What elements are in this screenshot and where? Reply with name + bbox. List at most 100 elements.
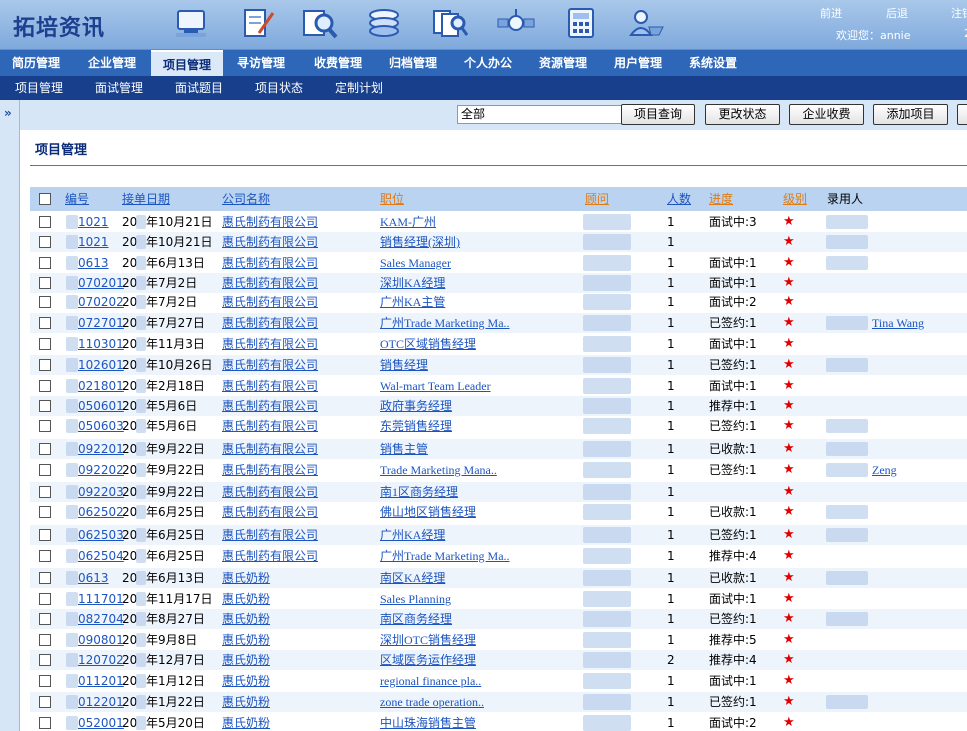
position-link[interactable]: 广州Trade Marketing Ma..	[380, 313, 510, 333]
table-row[interactable]: 090801 20 年9月8日 惠氏奶粉 深圳OTC销售经理 1 推荐中:5 ★	[30, 630, 967, 650]
company-link[interactable]: 惠氏制药有限公司	[222, 502, 318, 522]
side-toggle-bar[interactable]: »	[0, 100, 20, 731]
row-checkbox[interactable]	[39, 696, 51, 708]
project-id-link[interactable]: 050603	[78, 416, 124, 436]
position-link[interactable]: 南区商务经理	[380, 609, 452, 629]
table-row[interactable]: 0613 20 年6月13日 惠氏奶粉 南区KA经理 1 已收款:1 ★	[30, 568, 967, 588]
row-checkbox[interactable]	[39, 400, 51, 412]
company-link[interactable]: 惠氏制药有限公司	[222, 292, 318, 312]
company-link[interactable]: 惠氏制药有限公司	[222, 253, 318, 273]
company-link[interactable]: 惠氏制药有限公司	[222, 460, 318, 480]
position-link[interactable]: Trade Marketing Mana..	[380, 460, 497, 480]
position-link[interactable]: 政府事务经理	[380, 396, 452, 416]
table-row[interactable]: 1021 20 年10月21日 惠氏制药有限公司 销售经理(深圳) 1 ★	[30, 232, 967, 252]
table-row[interactable]: 050601 20 年5月6日 惠氏制药有限公司 政府事务经理 1 推荐中:1 ★	[30, 396, 967, 416]
table-row[interactable]: 102601 20 年10月26日 惠氏制药有限公司 销售经理 1 已签约:1 ★	[30, 355, 967, 375]
nav-item-3[interactable]: 寻访管理	[225, 50, 297, 77]
row-checkbox[interactable]	[39, 486, 51, 498]
project-id-link[interactable]: 050601	[78, 396, 124, 416]
table-row[interactable]: 062504 20 年6月25日 惠氏制药有限公司 广州Trade Marketing …	[30, 546, 967, 566]
table-row[interactable]: 070201 20 年7月2日 惠氏制药有限公司 深圳KA经理 1 面试中:1 ★	[30, 273, 967, 293]
project-id-link[interactable]: 0613	[78, 568, 109, 588]
table-row[interactable]: 1021 20 年10月21日 惠氏制药有限公司 KAM-广州 1 面试中:3 ★	[30, 212, 967, 232]
nav-item-1[interactable]: 企业管理	[76, 50, 148, 77]
monitor-icon[interactable]	[170, 5, 212, 41]
project-id-link[interactable]: 092202	[78, 460, 124, 480]
company-link[interactable]: 惠氏制药有限公司	[222, 212, 318, 232]
filter-select[interactable]: 全部▼	[457, 105, 638, 124]
position-link[interactable]: 深圳OTC销售经理	[380, 630, 476, 650]
col-level[interactable]: 级别	[783, 187, 807, 211]
project-search-button[interactable]: 项目查询	[621, 104, 695, 125]
stack-icon[interactable]	[363, 5, 405, 41]
row-checkbox[interactable]	[39, 675, 51, 687]
select-all-checkbox[interactable]	[39, 193, 51, 205]
col-company[interactable]: 公司名称	[222, 187, 270, 211]
col-position[interactable]: 职位	[380, 187, 404, 211]
position-link[interactable]: OTC区域销售经理	[380, 334, 476, 354]
row-checkbox[interactable]	[39, 317, 51, 329]
row-checkbox[interactable]	[39, 420, 51, 432]
hire-link[interactable]: Tina Wang	[872, 313, 924, 333]
company-link[interactable]: 惠氏制药有限公司	[222, 525, 318, 545]
company-link[interactable]: 惠氏制药有限公司	[222, 439, 318, 459]
company-link[interactable]: 惠氏制药有限公司	[222, 334, 318, 354]
nav-item-7[interactable]: 资源管理	[527, 50, 599, 77]
project-id-link[interactable]: 090801	[78, 630, 124, 650]
nav-item-4[interactable]: 收费管理	[302, 50, 374, 77]
project-id-link[interactable]: 102601	[78, 355, 124, 375]
row-checkbox[interactable]	[39, 380, 51, 392]
nav-item-2[interactable]: 项目管理	[151, 50, 223, 77]
position-link[interactable]: Wal-mart Team Leader	[380, 376, 491, 396]
calculator-icon[interactable]	[560, 5, 602, 41]
position-link[interactable]: regional finance pla..	[380, 671, 481, 691]
company-fee-button[interactable]: 企业收费	[789, 104, 864, 125]
table-row[interactable]: 011201 20 年1月12日 惠氏奶粉 regional finance pla..…	[30, 671, 967, 691]
company-link[interactable]: 惠氏制药有限公司	[222, 546, 318, 566]
table-row[interactable]: 072701 20 年7月27日 惠氏制药有限公司 广州Trade Marketing …	[30, 313, 967, 333]
project-id-link[interactable]: 011201	[78, 671, 124, 691]
row-checkbox[interactable]	[39, 613, 51, 625]
company-link[interactable]: 惠氏制药有限公司	[222, 416, 318, 436]
position-link[interactable]: zone trade operation..	[380, 692, 484, 712]
position-link[interactable]: 销售经理	[380, 355, 428, 375]
position-link[interactable]: 南1区商务经理	[380, 482, 458, 502]
row-checkbox[interactable]	[39, 338, 51, 350]
company-link[interactable]: 惠氏制药有限公司	[222, 355, 318, 375]
position-link[interactable]: 广州KA主管	[380, 292, 445, 312]
table-row[interactable]: 070202 20 年7月2日 惠氏制药有限公司 广州KA主管 1 面试中:2 ★	[30, 292, 967, 312]
project-id-link[interactable]: 021801	[78, 376, 124, 396]
position-link[interactable]: 广州Trade Marketing Ma..	[380, 546, 510, 566]
table-row[interactable]: 111701 20 年11月17日 惠氏奶粉 Sales Planning 1 面试中:1 ★	[30, 589, 967, 609]
company-link[interactable]: 惠氏制药有限公司	[222, 482, 318, 502]
position-link[interactable]: 广州KA经理	[380, 525, 445, 545]
company-link[interactable]: 惠氏奶粉	[222, 650, 270, 670]
expand-icon[interactable]: »	[4, 106, 12, 120]
position-link[interactable]: Sales Manager	[380, 253, 451, 273]
position-link[interactable]: 深圳KA经理	[380, 273, 445, 293]
subnav-item-3[interactable]: 项目状态	[255, 76, 303, 100]
company-link[interactable]: 惠氏奶粉	[222, 713, 270, 731]
subnav-item-2[interactable]: 面试题目	[175, 76, 223, 100]
table-row[interactable]: 082704 20 年8月27日 惠氏奶粉 南区商务经理 1 已签约:1 ★	[30, 609, 967, 629]
col-id[interactable]: 编号	[65, 187, 89, 211]
subnav-item-0[interactable]: 项目管理	[15, 76, 63, 100]
table-row[interactable]: 120702 20 年12月7日 惠氏奶粉 区域医务运作经理 2 推荐中:4 ★	[30, 650, 967, 670]
project-id-link[interactable]: 072701	[78, 313, 124, 333]
forward-link[interactable]: 前进	[820, 5, 842, 21]
table-row[interactable]: 0613 20 年6月13日 惠氏制药有限公司 Sales Manager 1 面试中:1 ★	[30, 253, 967, 273]
position-link[interactable]: 中山珠海销售主管	[380, 713, 476, 731]
row-checkbox[interactable]	[39, 550, 51, 562]
subnav-item-4[interactable]: 定制计划	[335, 76, 383, 100]
company-link[interactable]: 惠氏奶粉	[222, 630, 270, 650]
user-ship-icon[interactable]	[625, 5, 667, 41]
back-link[interactable]: 后退	[886, 5, 908, 21]
position-link[interactable]: 佛山地区销售经理	[380, 502, 476, 522]
company-link[interactable]: 惠氏奶粉	[222, 568, 270, 588]
subnav-item-1[interactable]: 面试管理	[95, 76, 143, 100]
row-checkbox[interactable]	[39, 296, 51, 308]
row-checkbox[interactable]	[39, 572, 51, 584]
row-checkbox[interactable]	[39, 443, 51, 455]
col-consultant[interactable]: 顾问	[585, 187, 609, 211]
row-checkbox[interactable]	[39, 529, 51, 541]
